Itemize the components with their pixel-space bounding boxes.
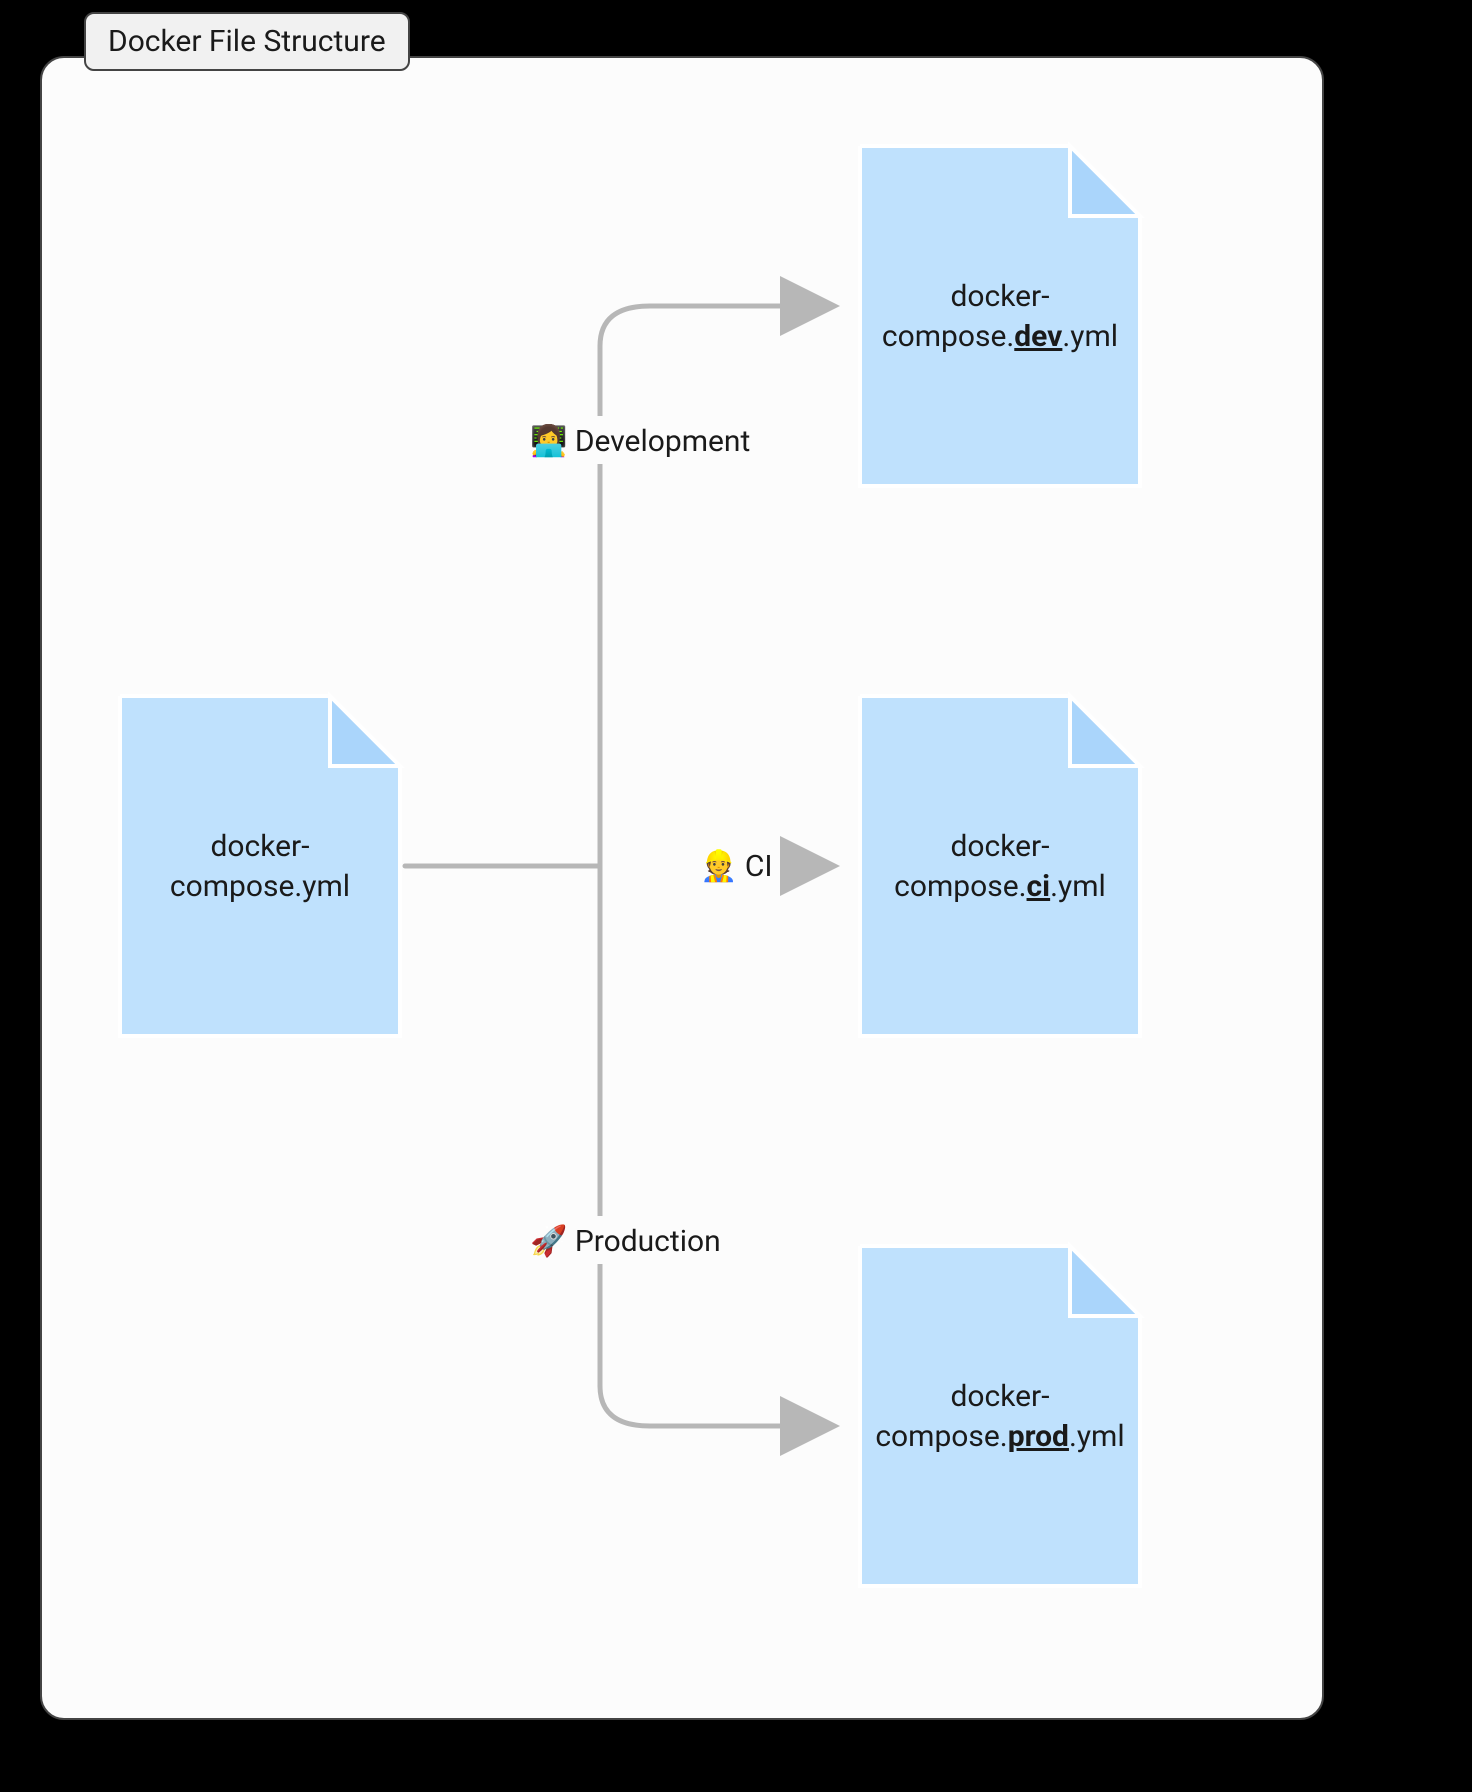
arrow-dev <box>600 306 830 346</box>
file-dev-post: .yml <box>1062 319 1118 354</box>
file-ci-pre: docker- <box>950 829 1049 864</box>
label-dev-top: 👩‍💻 Development <box>530 423 750 459</box>
file-dev: docker- compose.dev.yml <box>860 146 1140 486</box>
svg-text:docker-: docker- <box>950 279 1049 314</box>
file-prod-pre: docker- <box>950 1379 1049 1414</box>
label-prod-top: 🚀 Production <box>530 1223 721 1259</box>
svg-text:docker-: docker- <box>210 829 309 864</box>
file-ci-post: .yml <box>1050 869 1106 904</box>
file-prod-post: .yml <box>1069 1419 1125 1454</box>
file-base: docker- compose.yml <box>120 696 400 1036</box>
file-dev-bold: dev <box>1014 319 1062 354</box>
diagram-svg: docker- compose.yml docker- compose.dev.… <box>40 56 1320 1716</box>
file-ci: docker- compose.ci.yml <box>860 696 1140 1036</box>
arrow-prod <box>600 1386 830 1426</box>
file-prod-mid1: compose. <box>875 1419 1007 1454</box>
svg-text:compose.ci.yml: compose.ci.yml <box>894 869 1106 904</box>
file-prod: docker- compose.prod.yml <box>860 1246 1140 1586</box>
svg-text:compose.prod.yml: compose.prod.yml <box>875 1419 1124 1454</box>
svg-text:docker-: docker- <box>950 829 1049 864</box>
file-dev-mid1: compose. <box>882 319 1014 354</box>
svg-text:docker-: docker- <box>950 1379 1049 1414</box>
file-dev-pre: docker- <box>950 279 1049 314</box>
file-base-line1: docker- <box>210 829 309 864</box>
file-ci-mid1: compose. <box>894 869 1026 904</box>
svg-text:compose.yml: compose.yml <box>170 869 350 904</box>
file-prod-bold: prod <box>1008 1419 1069 1454</box>
file-base-line2: compose.yml <box>170 869 350 904</box>
file-ci-bold: ci <box>1027 869 1051 904</box>
svg-text:compose.dev.yml: compose.dev.yml <box>882 319 1118 354</box>
label-ci-top: 👷 CI <box>700 848 773 884</box>
